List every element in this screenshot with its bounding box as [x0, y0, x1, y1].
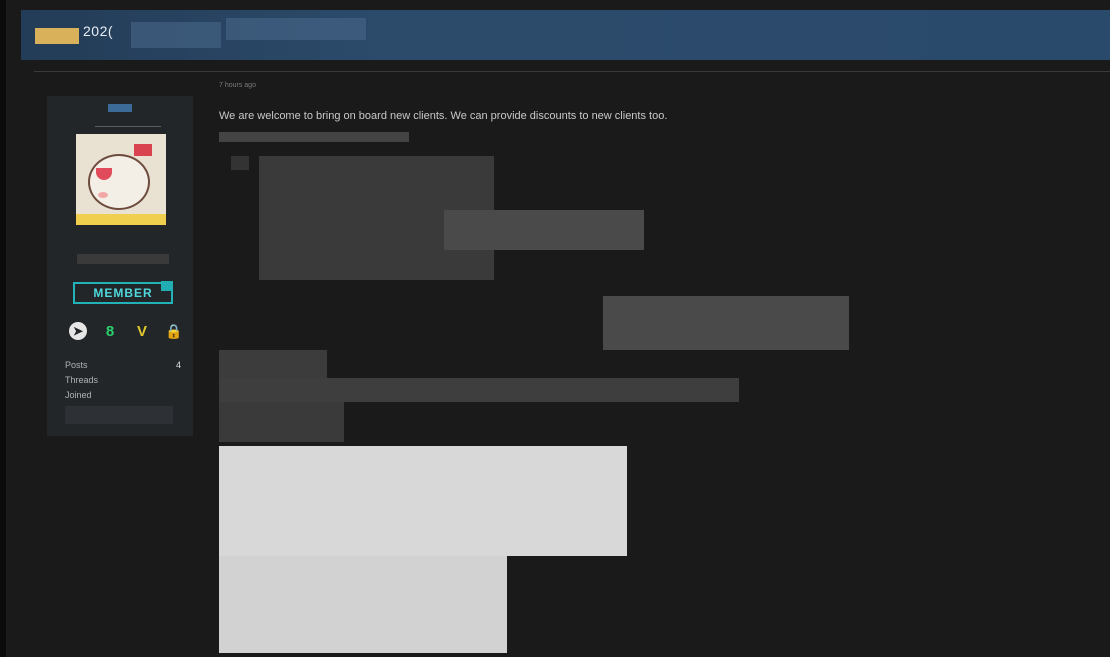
- thread-title-bar: 202(: [21, 10, 1110, 60]
- redacted-line: [219, 350, 327, 380]
- author-stats: Posts 4 Threads Joined: [65, 358, 181, 403]
- avatar[interactable]: [76, 134, 166, 225]
- telegram-icon[interactable]: ➤: [69, 322, 87, 340]
- redacted-text-block: [444, 210, 644, 250]
- redacted-title-block: [226, 18, 366, 40]
- stat-value-posts: 4: [175, 360, 181, 370]
- thread-prefix-badge: [35, 28, 79, 44]
- author-name-redacted[interactable]: [77, 254, 169, 264]
- redacted-title-block: [131, 22, 221, 48]
- stat-row-joined: Joined: [65, 388, 181, 403]
- avatar-collar: [76, 214, 166, 225]
- sidebar-footer: [65, 406, 173, 424]
- post-timestamp[interactable]: 7 hours ago: [219, 82, 256, 89]
- stat-row-threads: Threads: [65, 373, 181, 388]
- member-role-badge: MEMBER: [73, 282, 173, 304]
- lock-icon[interactable]: 🔒: [165, 322, 183, 340]
- v-icon[interactable]: V: [133, 322, 151, 340]
- session-icon[interactable]: 8: [101, 322, 119, 340]
- avatar-face: [88, 154, 150, 210]
- redacted-line: [219, 132, 409, 142]
- avatar-blush: [98, 192, 108, 198]
- badge-corner: [161, 281, 173, 291]
- stat-label-threads: Threads: [65, 375, 99, 385]
- redacted-image-block: [603, 296, 849, 350]
- thread-title: 202(: [83, 23, 114, 39]
- stat-label-posts: Posts: [65, 360, 88, 370]
- redacted-screenshot-block: [219, 446, 627, 556]
- redacted-line: [219, 402, 344, 442]
- stat-label-joined: Joined: [65, 390, 92, 400]
- author-rank-bar: [108, 104, 132, 112]
- redacted-screenshot-block: [219, 556, 507, 653]
- avatar-anger-mark: [134, 144, 152, 156]
- header-divider: [34, 71, 1110, 72]
- redacted-bullet: [231, 156, 249, 170]
- contact-icons: ➤ 8 V 🔒: [69, 322, 183, 340]
- redacted-line: [219, 378, 739, 402]
- stat-row-posts: Posts 4: [65, 358, 181, 373]
- author-sidebar: MEMBER ➤ 8 V 🔒 Posts 4 Threads Joined: [47, 96, 193, 436]
- sidebar-divider: [95, 126, 161, 127]
- post-body-text: We are welcome to bring on board new cli…: [219, 110, 668, 122]
